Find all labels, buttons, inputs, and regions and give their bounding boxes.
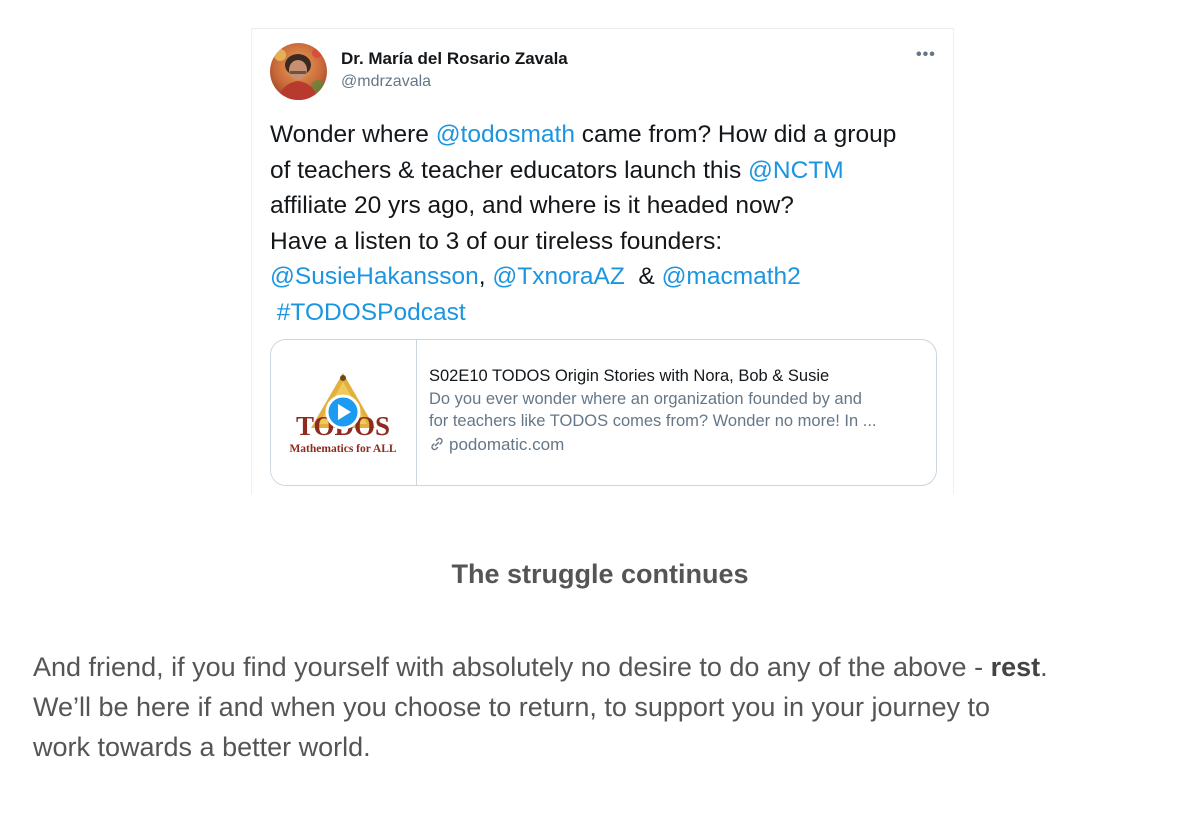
mention-link[interactable]: @todosmath: [436, 121, 575, 148]
paragraph-text: And friend, if you find yourself with ab…: [33, 652, 991, 682]
section-heading: The struggle continues: [451, 559, 749, 589]
tweet-line: affiliate 20 yrs ago, and where is it he…: [270, 192, 794, 219]
tweet-line: #TODOSPodcast: [270, 295, 950, 331]
link-description-line: Do you ever wonder where an organization…: [429, 390, 862, 408]
tweet-line: of teachers & teacher educators launch t…: [270, 153, 950, 189]
mention-link[interactable]: @TxnoraAZ: [492, 263, 624, 290]
emphasis-rest: rest: [990, 652, 1041, 682]
link-domain-row[interactable]: podomatic.com: [429, 433, 929, 457]
mention-link[interactable]: @NCTM: [748, 157, 844, 184]
link-description: Do you ever wonder where an organization…: [429, 388, 929, 432]
link-domain[interactable]: podomatic.com: [449, 435, 564, 454]
avatar-image: [270, 43, 327, 100]
tweet-text-segment: came from? How did a group: [574, 121, 897, 148]
paragraph-text: .: [1040, 652, 1048, 682]
author-avatar[interactable]: [270, 43, 327, 100]
tweet-text-segment: &: [624, 263, 662, 290]
link-title[interactable]: S02E10 TODOS Origin Stories with Nora, B…: [429, 365, 929, 387]
tweet-line: Have a listen to 3 of our tireless found…: [270, 227, 723, 255]
tweet-text-segment: of teachers & teacher educators launch t…: [270, 156, 749, 184]
tweet-card[interactable]: Dr. María del Rosario Zavala @mdrzavala …: [251, 28, 954, 494]
link-icon: [431, 437, 443, 451]
mention-link[interactable]: @macmath2: [662, 263, 801, 290]
tweet-line: @SusieHakansson, @TxnoraAZ & @macmath2: [270, 259, 950, 295]
more-horizontal-icon[interactable]: •••: [916, 47, 936, 63]
tweet-text-segment: Wonder where: [270, 121, 436, 148]
play-icon[interactable]: [325, 394, 361, 430]
paragraph-line: work towards a better world.: [33, 732, 371, 762]
paragraph-line: And friend, if you find yourself with ab…: [33, 647, 1183, 687]
todos-logo: TODOS Mathematics for ALL: [289, 373, 397, 455]
tweet-text-segment: ,: [478, 263, 493, 290]
tweet-text: Wonder where @todosmath came from? How d…: [270, 117, 950, 330]
link-thumbnail[interactable]: TODOS Mathematics for ALL: [271, 340, 417, 485]
hashtag-link[interactable]: #TODOSPodcast: [270, 299, 466, 326]
link-description-line: for teachers like TODOS comes from? Wond…: [429, 412, 877, 430]
paragraph-line: We’ll be here if and when you choose to …: [33, 692, 991, 722]
link-preview-card[interactable]: TODOS Mathematics for ALL S02E10 TODOS O…: [270, 339, 937, 486]
body-paragraph: And friend, if you find yourself with ab…: [33, 647, 1183, 767]
tweet-line: Wonder where @todosmath came from? How d…: [270, 117, 950, 153]
thumb-caption: Mathematics for ALL: [289, 443, 396, 455]
author-name[interactable]: Dr. María del Rosario Zavala: [341, 49, 568, 69]
author-handle[interactable]: @mdrzavala: [341, 73, 431, 91]
mention-link[interactable]: @SusieHakansson: [270, 263, 479, 290]
link-text-block[interactable]: S02E10 TODOS Origin Stories with Nora, B…: [429, 365, 929, 457]
